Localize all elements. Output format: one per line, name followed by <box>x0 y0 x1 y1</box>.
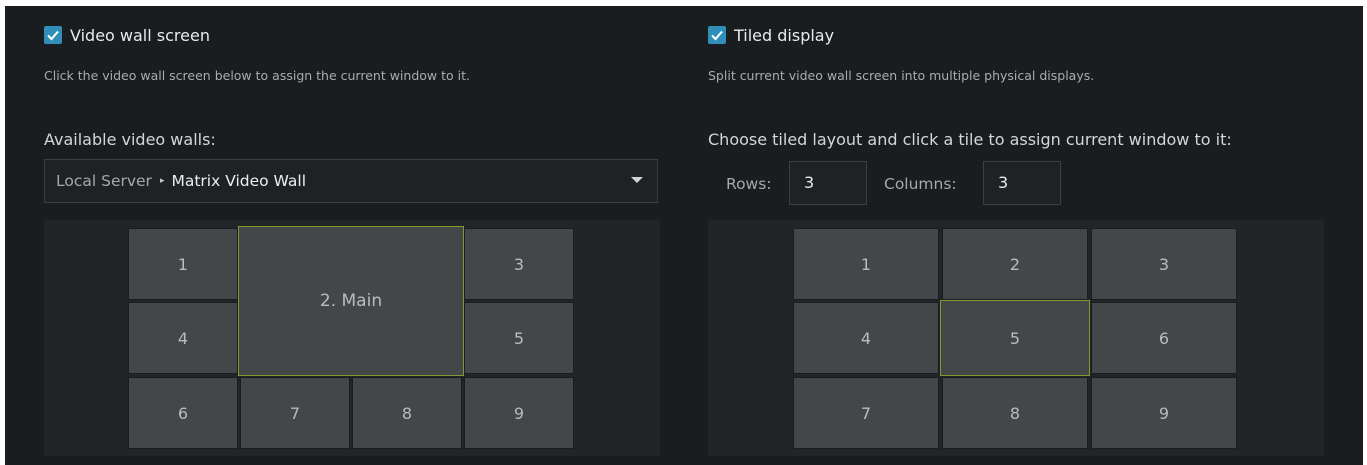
wall-screen-tile[interactable]: 8 <box>352 377 462 449</box>
wall-screen-tile[interactable]: 5 <box>464 302 574 374</box>
video-wall-select[interactable]: Local Server ▸ Matrix Video Wall <box>44 159 658 203</box>
tiled-display-hint: Split current video wall screen into mul… <box>708 68 1095 83</box>
columns-input[interactable]: 3 <box>983 161 1061 205</box>
video-wall-screen-label: Video wall screen <box>70 25 210 45</box>
wall-screen-tile[interactable]: 4 <box>128 302 238 374</box>
wall-screen-tile[interactable]: 9 <box>464 377 574 449</box>
dropdown-server-name: Local Server <box>56 172 152 190</box>
display-tile[interactable]: 7 <box>793 377 939 449</box>
tiled-display-checkbox[interactable] <box>708 26 726 44</box>
display-tile[interactable]: 6 <box>1091 302 1237 374</box>
wall-screen-tile[interactable]: 3 <box>464 228 574 300</box>
rows-label: Rows: <box>726 175 772 193</box>
wall-screen-tile[interactable]: 1 <box>128 228 238 300</box>
tiled-layout-title: Choose tiled layout and click a tile to … <box>708 130 1232 149</box>
tiled-display-layout: 1 2 3 4 5 6 7 8 9 <box>708 220 1324 456</box>
breadcrumb-separator-icon: ▸ <box>159 176 165 186</box>
checkmark-icon <box>47 30 59 41</box>
display-tile-selected[interactable]: 5 <box>940 300 1090 376</box>
wall-screen-tile[interactable]: 7 <box>240 377 350 449</box>
display-tile[interactable]: 2 <box>942 228 1088 300</box>
left-border <box>0 0 5 465</box>
video-wall-screen-checkbox[interactable] <box>44 26 62 44</box>
video-wall-layout: 1 2. Main 3 4 5 6 7 8 9 <box>44 220 660 456</box>
columns-label: Columns: <box>884 175 957 193</box>
right-border <box>1363 0 1367 465</box>
video-wall-settings-panel: Video wall screen Click the video wall s… <box>0 0 1367 465</box>
available-video-walls-title: Available video walls: <box>44 130 216 149</box>
video-wall-screen-hint: Click the video wall screen below to ass… <box>44 68 470 83</box>
display-tile[interactable]: 8 <box>942 377 1088 449</box>
display-tile[interactable]: 3 <box>1091 228 1237 300</box>
video-wall-screen-checkbox-row[interactable]: Video wall screen <box>44 23 210 47</box>
display-tile[interactable]: 9 <box>1091 377 1237 449</box>
display-tile[interactable]: 4 <box>793 302 939 374</box>
dropdown-wall-name: Matrix Video Wall <box>171 172 306 190</box>
tiled-display-checkbox-row[interactable]: Tiled display <box>708 23 834 47</box>
display-tile[interactable]: 1 <box>793 228 939 300</box>
wall-screen-tile-selected[interactable]: 2. Main <box>238 226 464 376</box>
top-border <box>0 0 1367 6</box>
wall-screen-tile[interactable]: 6 <box>128 377 238 449</box>
checkmark-icon <box>711 30 723 41</box>
tiled-display-label: Tiled display <box>734 25 835 45</box>
chevron-down-icon[interactable] <box>631 177 643 183</box>
rows-input[interactable]: 3 <box>789 161 867 205</box>
